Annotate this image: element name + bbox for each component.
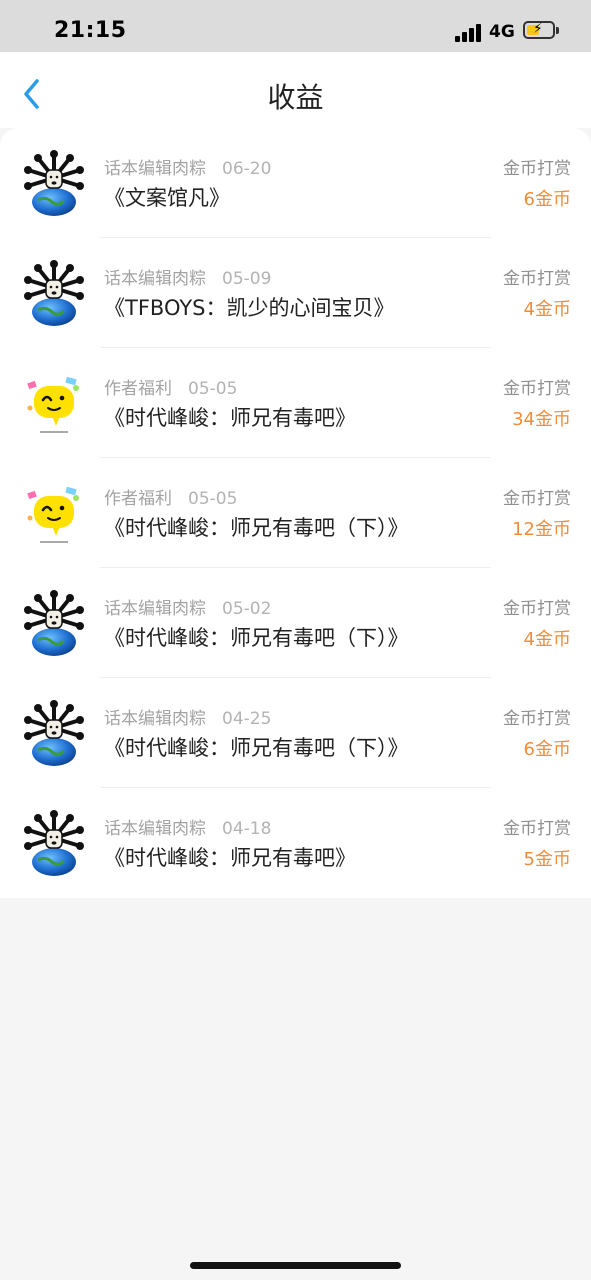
income-date: 05-05 [188,379,238,399]
battery-icon: ⚡ [523,21,555,39]
income-source: 话本编辑肉粽 05-09 [104,264,271,289]
income-date: 05-09 [222,269,272,289]
spiky-globe-avatar [24,150,84,216]
yellow-smiley-avatar [27,376,79,433]
income-date: 04-18 [222,819,272,839]
income-date: 04-25 [222,709,272,729]
source-name: 作者福利 [104,489,172,509]
income-amount: 4金币 [523,629,571,650]
income-source: 作者福利 05-05 [104,374,237,399]
page-title: 收益 [267,81,324,114]
list-item[interactable]: 作者福利 05-05 《时代峰峻：师兄有毒吧（下）》 金币打赏 12金币 [0,458,591,568]
income-amount: 34金币 [512,409,571,430]
source-name: 作者福利 [104,379,172,399]
income-source: 话本编辑肉粽 04-18 [104,814,271,839]
spiky-globe-avatar [24,590,84,656]
source-name: 话本编辑肉粽 [104,709,206,729]
list-item[interactable]: 作者福利 05-05 《时代峰峻：师兄有毒吧》 金币打赏 34金币 [0,348,591,458]
status-time: 21:15 [54,18,127,43]
book-title: 《文案馆凡》 [104,186,230,210]
income-amount: 12金币 [512,519,571,540]
income-amount: 5金币 [523,849,571,870]
source-name: 话本编辑肉粽 [104,269,206,289]
list-item[interactable]: 话本编辑肉粽 05-02 《时代峰峻：师兄有毒吧（下）》 金币打赏 4金币 [0,568,591,678]
list-item[interactable]: 话本编辑肉粽 04-18 《时代峰峻：师兄有毒吧》 金币打赏 5金币 [0,788,591,898]
book-title: 《时代峰峻：师兄有毒吧（下）》 [104,626,409,650]
income-source: 话本编辑肉粽 06-20 [104,154,271,179]
income-type: 金币打赏 [503,379,571,399]
income-type: 金币打赏 [503,819,571,839]
income-source: 话本编辑肉粽 04-25 [104,704,271,729]
income-date: 05-02 [222,599,272,619]
spiky-globe-avatar [24,700,84,766]
source-name: 话本编辑肉粽 [104,819,206,839]
income-date: 06-20 [222,159,272,179]
book-title: 《时代峰峻：师兄有毒吧（下）》 [104,736,409,760]
book-title: 《时代峰峻：师兄有毒吧（下）》 [104,516,409,540]
home-indicator[interactable] [190,1262,401,1269]
income-type: 金币打赏 [503,709,571,729]
nav-header: 收益 [0,52,591,128]
book-title: 《时代峰峻：师兄有毒吧》 [104,406,356,430]
list-item[interactable]: 话本编辑肉粽 06-20 《文案馆凡》 金币打赏 6金币 [0,128,591,238]
battery-tip [556,27,559,34]
signal-icon [455,24,485,42]
income-amount: 6金币 [523,189,571,210]
income-source: 话本编辑肉粽 05-02 [104,594,271,619]
income-type: 金币打赏 [503,269,571,289]
income-list: 话本编辑肉粽 06-20 《文案馆凡》 金币打赏 6金币 话本编辑肉粽 05-09 … [0,128,591,898]
book-title: 《TFBOYS：凯少的心间宝贝》 [104,296,395,320]
source-name: 话本编辑肉粽 [104,599,206,619]
spiky-globe-avatar [24,810,84,876]
income-amount: 6金币 [523,739,571,760]
book-title: 《时代峰峻：师兄有毒吧》 [104,846,356,870]
status-bar: 21:15 4G ⚡ [0,0,591,52]
list-item[interactable]: 话本编辑肉粽 05-09 《TFBOYS：凯少的心间宝贝》 金币打赏 4金币 [0,238,591,348]
network-type: 4G [489,22,515,42]
list-item[interactable]: 话本编辑肉粽 04-25 《时代峰峻：师兄有毒吧（下）》 金币打赏 6金币 [0,678,591,788]
income-type: 金币打赏 [503,159,571,179]
income-amount: 4金币 [523,299,571,320]
source-name: 话本编辑肉粽 [104,159,206,179]
income-date: 05-05 [188,489,238,509]
yellow-smiley-avatar [27,486,79,543]
income-type: 金币打赏 [503,599,571,619]
income-type: 金币打赏 [503,489,571,509]
spiky-globe-avatar [24,260,84,326]
income-source: 作者福利 05-05 [104,484,237,509]
